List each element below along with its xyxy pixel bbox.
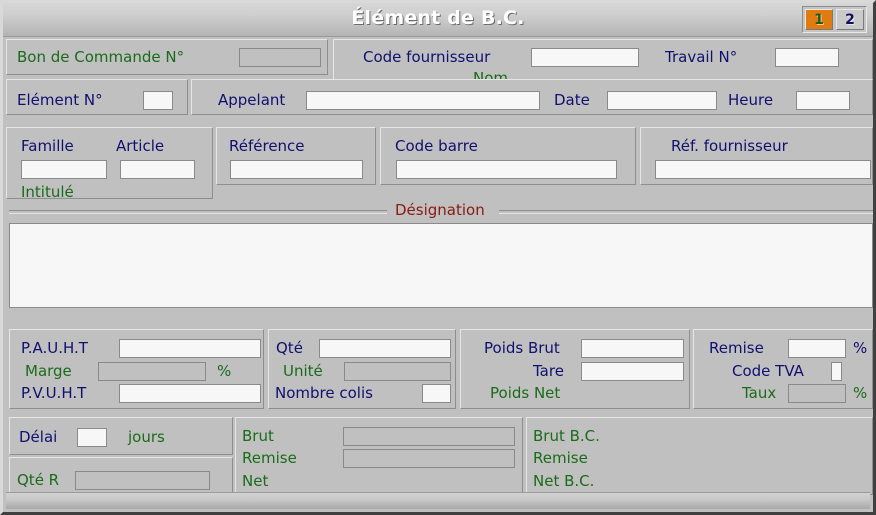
unite-input[interactable] xyxy=(344,362,451,381)
tare-label: Tare xyxy=(533,362,564,380)
date-label: Date xyxy=(554,91,590,109)
unite-label: Unité xyxy=(283,362,323,380)
element-input[interactable] xyxy=(143,91,173,110)
nombre-colis-label: Nombre colis xyxy=(275,384,373,402)
pauht-label: P.A.U.H.T xyxy=(21,339,88,357)
reference-label: Référence xyxy=(229,137,305,155)
famille-label: Famille xyxy=(21,137,74,155)
poids-brut-label: Poids Brut xyxy=(484,339,560,357)
delai-label: Délai xyxy=(19,428,58,446)
intitule-label: Intitulé xyxy=(21,183,74,201)
brut-label: Brut xyxy=(242,427,274,445)
famille-input[interactable] xyxy=(21,160,107,179)
code-tva-input[interactable] xyxy=(831,362,842,381)
code-barre-input[interactable] xyxy=(396,160,617,179)
remise-bc-label: Remise xyxy=(533,449,588,467)
appelant-label: Appelant xyxy=(218,91,286,109)
heure-label: Heure xyxy=(728,91,774,109)
brut-bc-label: Brut B.C. xyxy=(533,427,600,445)
delai-input[interactable] xyxy=(77,428,107,447)
heure-input[interactable] xyxy=(796,91,850,110)
jours-label: jours xyxy=(128,428,165,446)
pvuht-label: P.V.U.H.T xyxy=(21,384,87,402)
marge-input[interactable] xyxy=(98,362,206,381)
date-input[interactable] xyxy=(607,91,717,110)
taux-percent-symbol: % xyxy=(853,384,868,402)
title-bar: Élément de B.C. 1 2 xyxy=(3,3,873,37)
poids-brut-input[interactable] xyxy=(581,339,684,358)
travail-input[interactable] xyxy=(775,48,839,67)
taux-input[interactable] xyxy=(788,384,846,403)
application-window: Élément de B.C. 1 2 Bon de Commande N° C… xyxy=(0,0,876,515)
remise-input[interactable] xyxy=(788,339,846,358)
article-input[interactable] xyxy=(120,160,195,179)
designation-legend: Désignation xyxy=(9,201,873,219)
travail-label: Travail N° xyxy=(665,48,738,66)
qte-input[interactable] xyxy=(319,339,451,358)
poids-net-label: Poids Net xyxy=(490,384,561,402)
remise-label: Remise xyxy=(709,339,764,357)
legend-line-left xyxy=(9,210,387,214)
taux-label: Taux xyxy=(742,384,777,402)
ref-fournisseur-input[interactable] xyxy=(655,160,871,179)
pauht-input[interactable] xyxy=(119,339,261,358)
marge-label: Marge xyxy=(25,362,72,380)
legend-line-right xyxy=(499,210,873,214)
status-bar xyxy=(6,492,870,509)
article-label: Article xyxy=(116,137,165,155)
remise-line-input[interactable] xyxy=(343,449,515,468)
code-fournisseur-label: Code fournisseur xyxy=(363,48,491,66)
brut-input[interactable] xyxy=(343,427,515,446)
net-label: Net xyxy=(242,472,269,490)
code-tva-label: Code TVA xyxy=(732,362,804,380)
pvuht-input[interactable] xyxy=(119,384,261,403)
reference-input[interactable] xyxy=(230,160,363,179)
remise-line-label: Remise xyxy=(242,449,297,467)
tare-input[interactable] xyxy=(581,362,684,381)
qte-label: Qté xyxy=(276,339,303,357)
appelant-input[interactable] xyxy=(306,91,540,110)
nombre-colis-input[interactable] xyxy=(422,384,451,403)
qte-r-label: Qté R xyxy=(17,471,60,489)
ref-fournisseur-label: Réf. fournisseur xyxy=(671,137,788,155)
net-bc-label: Net B.C. xyxy=(533,472,595,490)
code-barre-label: Code barre xyxy=(395,137,478,155)
remise-percent-symbol: % xyxy=(853,339,868,357)
tab-2[interactable]: 2 xyxy=(836,9,864,30)
qte-r-input[interactable] xyxy=(75,471,210,490)
marge-percent-symbol: % xyxy=(217,362,232,380)
designation-legend-text: Désignation xyxy=(389,201,491,219)
tab-1[interactable]: 1 xyxy=(805,9,833,30)
element-label: Elément N° xyxy=(17,91,103,109)
bon-commande-label: Bon de Commande N° xyxy=(17,48,185,66)
bon-commande-input[interactable] xyxy=(239,48,321,67)
code-fournisseur-input[interactable] xyxy=(531,48,639,67)
window-title: Élément de B.C. xyxy=(351,7,525,29)
designation-textarea[interactable] xyxy=(9,223,873,308)
tab-strip: 1 2 xyxy=(802,6,867,33)
